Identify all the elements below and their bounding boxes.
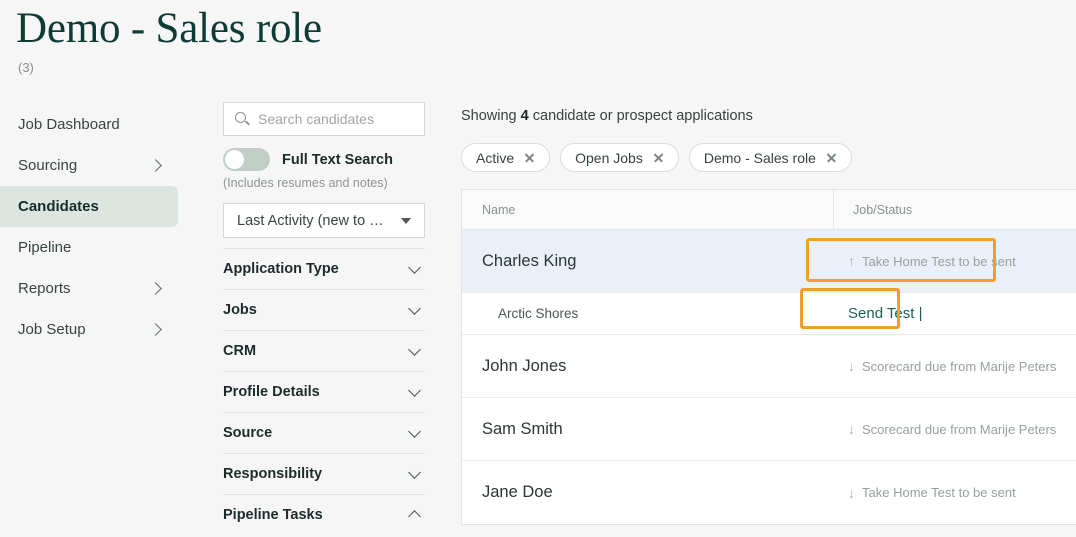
chevron-right-icon [149, 159, 162, 172]
full-text-search-toggle[interactable] [223, 148, 270, 171]
filter-section-source[interactable]: Source [223, 412, 425, 453]
results-summary-suffix: candidate or prospect applications [528, 108, 753, 124]
arrow-down-icon: ↓ [848, 358, 855, 374]
filter-accordion: Application Type Jobs CRM Profile Detail… [223, 248, 425, 537]
send-test-link[interactable]: Send Test | [848, 305, 923, 322]
filter-chip-active[interactable]: Active [461, 143, 551, 172]
arrow-down-icon: ↓ [848, 421, 855, 437]
filter-section-application-type[interactable]: Application Type [223, 248, 425, 289]
sort-select[interactable]: Last Activity (new to … [223, 203, 425, 238]
page-count: (3) [18, 60, 34, 75]
sidebar-item-pipeline[interactable]: Pipeline [0, 227, 178, 268]
chevron-down-icon [408, 383, 421, 397]
close-icon[interactable] [524, 152, 535, 163]
chevron-down-icon [408, 424, 421, 438]
filter-section-pipeline-tasks[interactable]: Pipeline Tasks [223, 494, 425, 535]
sort-select-value: Last Activity (new to … [237, 212, 384, 229]
results-summary-prefix: Showing [461, 108, 521, 124]
sidebar: Job Dashboard Sourcing Candidates Pipeli… [0, 104, 178, 350]
filter-section-label: Source [223, 425, 273, 441]
column-header-name: Name [462, 190, 834, 229]
page-header: Demo - Sales role (3) [16, 4, 322, 75]
candidate-status-text: Take Home Test to be sent [862, 485, 1016, 500]
sidebar-item-label: Job Dashboard [18, 116, 120, 133]
filter-section-label: Profile Details [223, 384, 320, 400]
sidebar-item-sourcing[interactable]: Sourcing [0, 145, 178, 186]
candidate-status-text: Scorecard due from Marije Peters [862, 421, 1057, 437]
candidate-status: ↓ Take Home Test to be sent [834, 485, 1076, 500]
chevron-right-icon [149, 282, 162, 295]
full-text-search-label: Full Text Search [282, 151, 393, 168]
table-row[interactable]: Jane Doe ↓ Take Home Test to be sent [462, 461, 1076, 524]
filter-section-profile-details[interactable]: Profile Details [223, 371, 425, 412]
arrow-down-icon: ↓ [848, 484, 855, 501]
column-header-job-status: Job/Status [853, 202, 913, 217]
filter-section-responsibility[interactable]: Responsibility [223, 453, 425, 494]
results-count: 4 [520, 108, 529, 124]
filter-section-label: Pipeline Tasks [223, 507, 323, 523]
filter-section-label: Jobs [223, 302, 257, 318]
sidebar-item-reports[interactable]: Reports [0, 268, 178, 309]
table-row[interactable]: Arctic Shores Send Test | [462, 293, 1076, 335]
filter-panel: Full Text Search (Includes resumes and n… [223, 102, 425, 537]
sidebar-item-label: Candidates [18, 198, 99, 215]
filter-section-jobs[interactable]: Jobs [223, 289, 425, 330]
full-text-search-note: (Includes resumes and notes) [223, 176, 388, 190]
table-row[interactable]: Charles King ↑ Take Home Test to be sent [462, 230, 1076, 293]
chevron-down-icon [408, 260, 421, 274]
search-icon [235, 112, 250, 127]
sidebar-item-label: Sourcing [18, 157, 78, 174]
table-header-row: Name Job/Status [462, 190, 1076, 230]
chip-label: Active [476, 149, 515, 166]
chevron-up-icon [408, 510, 421, 523]
candidate-status-text: Take Home Test to be sent [862, 253, 1016, 269]
chevron-down-icon [408, 301, 421, 315]
chevron-down-icon [408, 342, 421, 356]
sidebar-item-label: Reports [18, 280, 71, 297]
app-root: Demo - Sales role (3) Job Dashboard Sour… [0, 0, 1076, 537]
table-row[interactable]: Sam Smith ↓ Scorecard due from Marije Pe… [462, 398, 1076, 461]
chip-label: Open Jobs [575, 149, 643, 166]
chip-label: Demo - Sales role [703, 149, 816, 166]
sidebar-item-label: Pipeline [18, 239, 72, 256]
main-content: Showing 4 candidate or prospect applicat… [461, 108, 1076, 525]
candidate-status: ↓ Scorecard due from Marije Peters [834, 422, 1076, 437]
full-text-search-row: Full Text Search [223, 148, 425, 171]
filter-chip-demo-sales-role[interactable]: Demo - Sales role [688, 143, 852, 172]
candidate-status: ↓ Scorecard due from Marije Peters [834, 359, 1076, 374]
candidate-name: Charles King [482, 251, 577, 270]
search-candidates-box[interactable] [223, 102, 425, 136]
search-input[interactable] [258, 111, 424, 127]
sidebar-item-job-dashboard[interactable]: Job Dashboard [0, 104, 178, 145]
candidate-name: Jane Doe [482, 483, 553, 501]
candidate-name: Sam Smith [482, 419, 563, 438]
sidebar-item-candidates[interactable]: Candidates [0, 186, 178, 227]
active-filter-chips: Active Open Jobs Demo - Sales role [461, 143, 1076, 172]
filter-chip-open-jobs[interactable]: Open Jobs [560, 143, 679, 172]
candidate-status-text: Scorecard due from Marije Peters [862, 358, 1057, 374]
filter-section-label: Application Type [223, 261, 339, 277]
close-icon[interactable] [653, 152, 664, 163]
toggle-knob [225, 150, 244, 169]
sidebar-item-job-setup[interactable]: Job Setup [0, 309, 178, 350]
filter-section-label: CRM [223, 343, 257, 359]
sidebar-item-label: Job Setup [18, 321, 86, 338]
job-name: Arctic Shores [498, 306, 579, 321]
candidate-status: ↑ Take Home Test to be sent [834, 254, 1076, 269]
chevron-right-icon [149, 323, 162, 336]
filter-section-label: Responsibility [223, 466, 323, 482]
candidates-table: Name Job/Status Charles King ↑ Take Home… [461, 189, 1076, 525]
candidate-name: John Jones [482, 356, 567, 375]
job-action: Send Test | [834, 305, 1076, 322]
table-row[interactable]: John Jones ↓ Scorecard due from Marije P… [462, 335, 1076, 398]
filter-section-crm[interactable]: CRM [223, 330, 425, 371]
results-summary: Showing 4 candidate or prospect applicat… [461, 108, 1076, 124]
chevron-down-icon [408, 465, 421, 479]
page-title: Demo - Sales role [16, 5, 322, 52]
arrow-up-icon: ↑ [848, 253, 855, 269]
close-icon[interactable] [826, 152, 837, 163]
caret-down-icon [401, 217, 411, 224]
